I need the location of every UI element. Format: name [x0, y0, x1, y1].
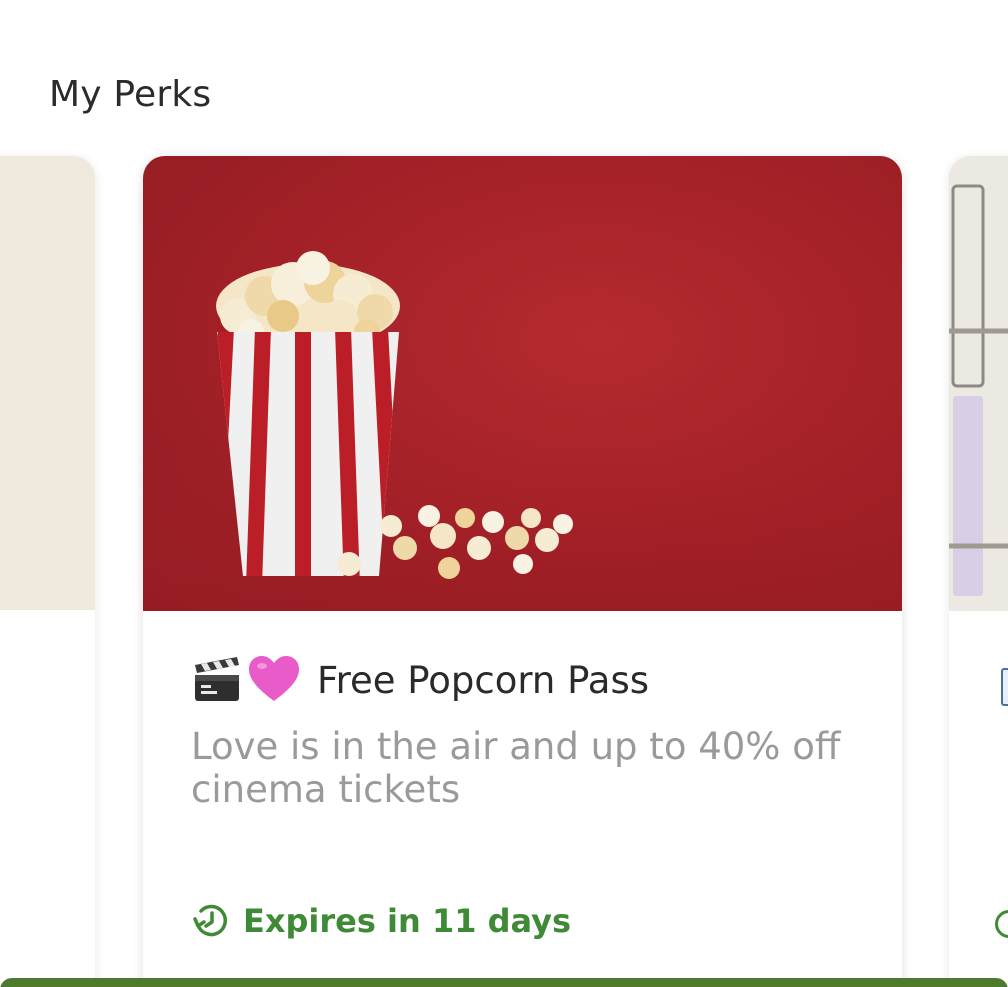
popcorn-illustration — [143, 251, 902, 611]
perk-card-previous[interactable] — [0, 156, 95, 987]
section-title: My Perks — [49, 74, 212, 115]
clapper-board-icon — [195, 657, 239, 701]
interior-illustration — [949, 156, 1008, 611]
next-perk-clock-icon — [995, 910, 1008, 938]
perk-card-previous-image — [0, 156, 95, 610]
clock-icon — [193, 904, 228, 937]
perk-card-free-popcorn[interactable]: Free Popcorn Pass Love is in the air and… — [143, 156, 902, 987]
pink-heart-icon — [249, 656, 299, 701]
perk-card-next[interactable] — [949, 156, 1008, 987]
perk-card-image — [143, 156, 902, 611]
expiry-text: Expires in 11 days — [243, 902, 572, 940]
expiry-row: Expires in 11 days — [191, 901, 571, 941]
perk-title: Free Popcorn Pass — [317, 658, 650, 702]
bottom-action-bar[interactable] — [0, 978, 1008, 987]
next-perk-emoji-icon — [1001, 668, 1008, 706]
perk-description: Love is in the air and up to 40% off cin… — [191, 725, 841, 811]
perk-title-row: Free Popcorn Pass — [191, 652, 649, 708]
perks-screen: My Perks Free Popcorn Pass Love is in th… — [0, 0, 1008, 987]
perk-card-next-image — [949, 156, 1008, 611]
